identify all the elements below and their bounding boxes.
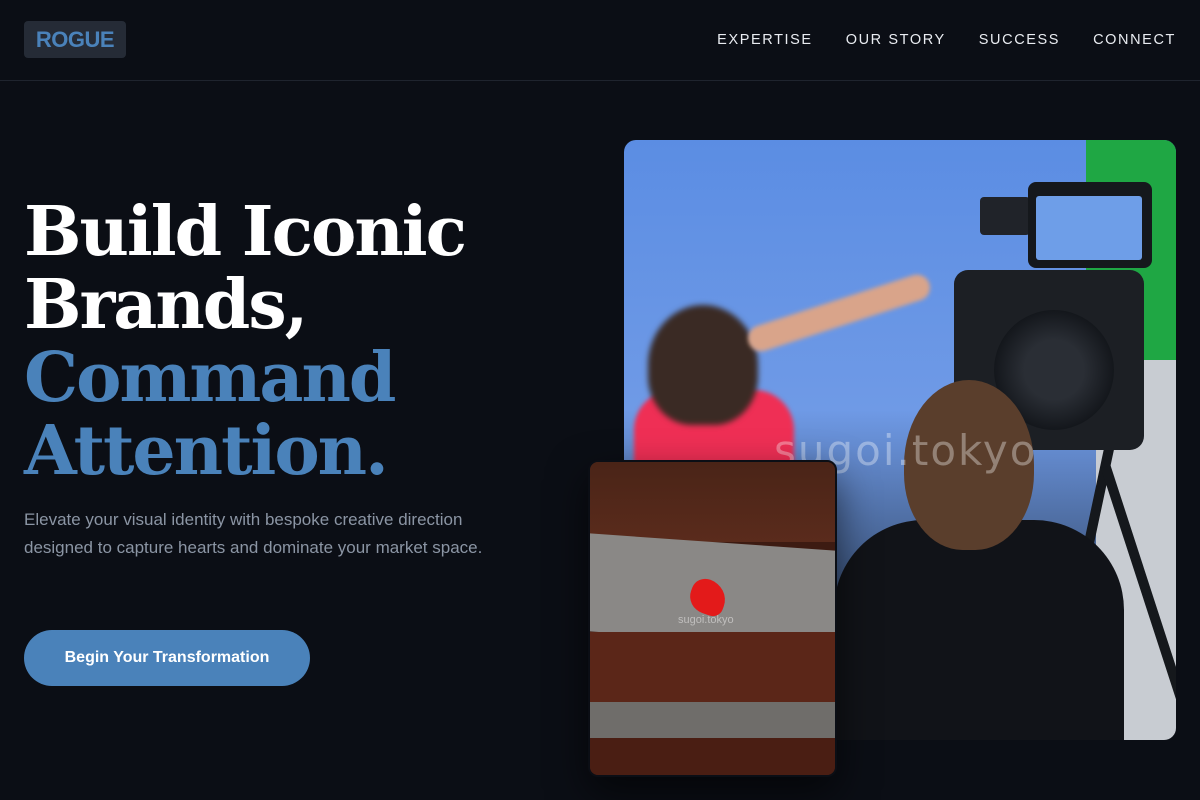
hero-subtext: Elevate your visual identity with bespok…	[24, 510, 483, 557]
camera-side-monitor	[980, 197, 1030, 235]
site-header: ROGUE EXPERTISE OUR STORY SUCCESS CONNEC…	[0, 0, 1200, 81]
hero-headline: Build Iconic Brands, Command Attention.	[24, 196, 584, 488]
headline-line-3: Command	[24, 338, 396, 418]
headline-line-4: Attention.	[24, 411, 389, 491]
nav-link-our-story[interactable]: OUR STORY	[846, 31, 946, 49]
begin-transformation-button[interactable]: Begin Your Transformation	[24, 630, 310, 686]
photo-band	[590, 462, 835, 542]
nav-link-expertise[interactable]: EXPERTISE	[717, 31, 813, 49]
photo-band	[590, 632, 835, 712]
photo-band	[590, 738, 835, 775]
main-nav: EXPERTISE OUR STORY SUCCESS CONNECT	[717, 31, 1176, 49]
headline-line-2: Brands,	[24, 265, 308, 345]
nav-link-success[interactable]: SUCCESS	[979, 31, 1060, 49]
nav-link-connect[interactable]: CONNECT	[1093, 31, 1176, 49]
model-arm	[744, 271, 934, 355]
headline-line-1: Build Iconic	[24, 192, 467, 272]
hero-secondary-photo: sugoi.tokyo	[588, 460, 837, 777]
photo-ledge	[590, 702, 835, 742]
camera-monitor-screen	[1036, 196, 1142, 260]
model-head	[648, 305, 758, 425]
camera-operator-body	[834, 520, 1124, 740]
photo-watermark: sugoi.tokyo	[678, 614, 734, 626]
brand-logo[interactable]: ROGUE	[24, 21, 126, 58]
